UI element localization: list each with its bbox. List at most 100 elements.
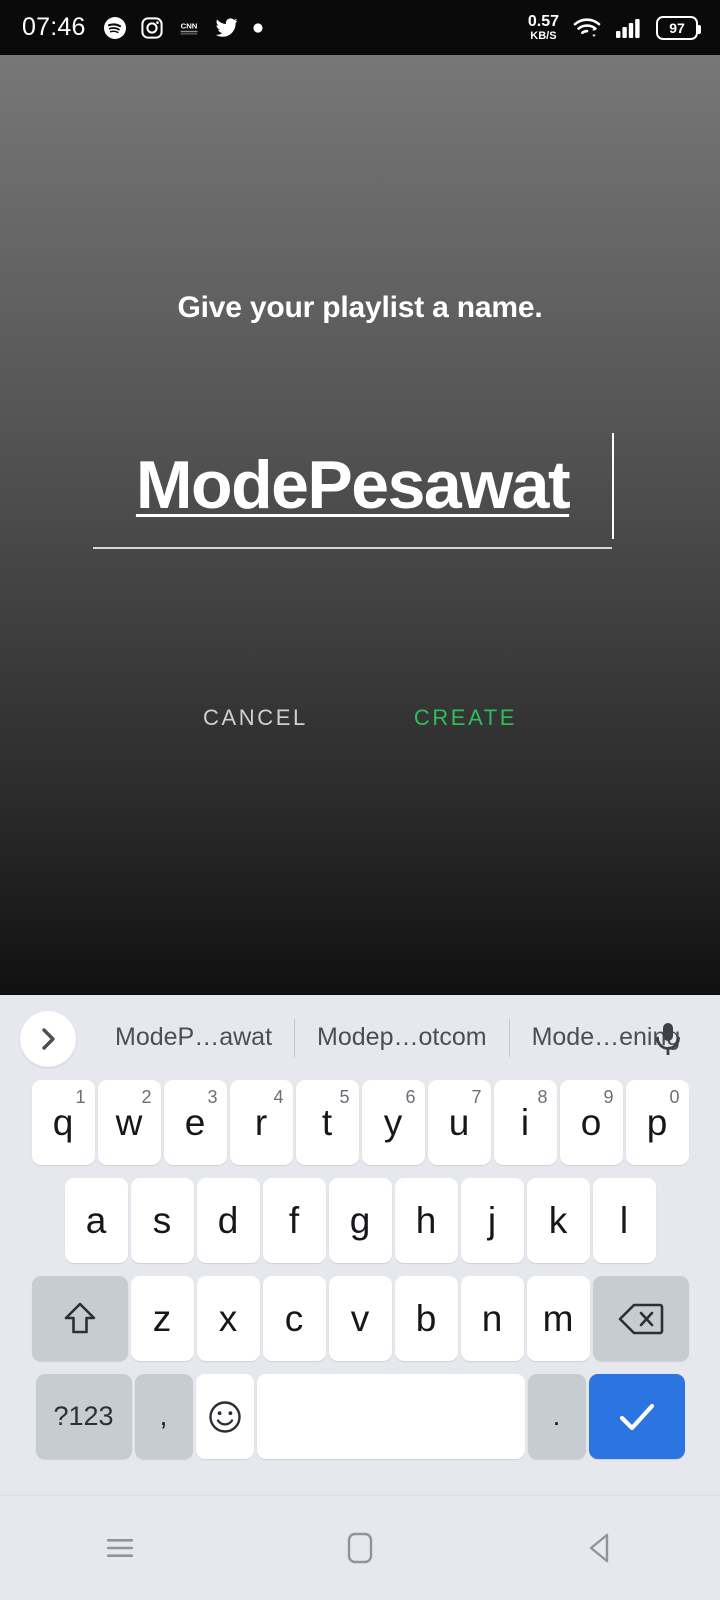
- checkmark-icon[interactable]: [588, 1374, 685, 1459]
- key-label: o: [580, 1101, 602, 1143]
- phone-screen: 07:46 CNN 0.57 KB/S 97 Give your playlis…: [0, 0, 720, 1600]
- key-q[interactable]: 1 q: [31, 1080, 95, 1165]
- key-label: j: [487, 1199, 497, 1241]
- key-label: ,: [159, 1401, 168, 1431]
- key-label: y: [383, 1101, 403, 1143]
- key-d[interactable]: d: [196, 1178, 260, 1263]
- key-h[interactable]: h: [394, 1178, 458, 1263]
- svg-text:CNN: CNN: [180, 21, 197, 30]
- key-label: z: [152, 1297, 172, 1339]
- on-screen-keyboard: ModeP…awat Modep…otcom Mode…ening 1 q 2 …: [0, 995, 720, 1495]
- wifi-icon: [572, 16, 602, 40]
- key-label: m: [542, 1297, 574, 1339]
- key-o[interactable]: 9 o: [559, 1080, 623, 1165]
- home-square-icon[interactable]: [305, 1513, 415, 1583]
- twitter-icon: [214, 16, 239, 40]
- key-label: v: [350, 1297, 370, 1339]
- key-label: h: [415, 1199, 437, 1241]
- cellular-signal-icon: [615, 16, 643, 40]
- key-sup: 3: [207, 1087, 218, 1107]
- key-u[interactable]: 7 u: [427, 1080, 491, 1165]
- battery-level: 97: [669, 19, 685, 36]
- dialog-title: Give your playlist a name.: [177, 291, 543, 324]
- key-i[interactable]: 8 i: [493, 1080, 557, 1165]
- space-key[interactable]: [256, 1374, 525, 1459]
- key-j[interactable]: j: [460, 1178, 524, 1263]
- key-label: s: [152, 1199, 172, 1241]
- network-speed-unit: KB/S: [530, 29, 557, 42]
- status-bar: 07:46 CNN 0.57 KB/S 97: [0, 0, 720, 55]
- key-w[interactable]: 2 w: [97, 1080, 161, 1165]
- symbols-key[interactable]: ?123: [35, 1374, 132, 1459]
- key-label: n: [481, 1297, 503, 1339]
- chevron-right-icon[interactable]: [20, 1011, 76, 1067]
- key-sup: 2: [141, 1087, 152, 1107]
- key-b[interactable]: b: [394, 1276, 458, 1361]
- input-underline: [93, 547, 612, 549]
- key-a[interactable]: a: [64, 1178, 128, 1263]
- key-label: r: [254, 1101, 268, 1143]
- back-triangle-icon[interactable]: [545, 1513, 655, 1583]
- playlist-name-value: ModePesawat: [135, 447, 571, 523]
- recents-menu-icon[interactable]: [65, 1513, 175, 1583]
- shift-icon[interactable]: [31, 1276, 128, 1361]
- key-f[interactable]: f: [262, 1178, 326, 1263]
- key-x[interactable]: x: [196, 1276, 260, 1361]
- key-label: l: [619, 1199, 629, 1241]
- navigation-bar: [0, 1495, 720, 1600]
- create-playlist-dialog: Give your playlist a name. ModePesawat C…: [0, 55, 720, 995]
- key-label: k: [548, 1199, 568, 1241]
- keyboard-row-1: 1 q 2 w 3 e 4 r 5 t 6 y 7 u 8 i 9 o 0 p: [0, 1080, 720, 1178]
- key-label: f: [288, 1199, 300, 1241]
- emoji-smiley-icon[interactable]: [195, 1374, 254, 1459]
- key-label: w: [115, 1101, 143, 1143]
- key-label: g: [349, 1199, 371, 1241]
- key-p[interactable]: 0 p: [625, 1080, 689, 1165]
- suggestion-item[interactable]: ModeP…awat: [93, 1023, 294, 1052]
- key-comma[interactable]: ,: [134, 1374, 193, 1459]
- instagram-icon: [140, 16, 164, 40]
- suggestion-bar: ModeP…awat Modep…otcom Mode…ening: [0, 995, 720, 1080]
- suggestion-item[interactable]: Modep…otcom: [295, 1023, 509, 1052]
- key-label: b: [415, 1297, 437, 1339]
- key-label: p: [646, 1101, 668, 1143]
- key-sup: 5: [339, 1087, 350, 1107]
- backspace-icon[interactable]: [592, 1276, 689, 1361]
- keyboard-row-2: a s d f g h j k l: [0, 1178, 720, 1276]
- network-speed-indicator: 0.57 KB/S: [528, 13, 559, 42]
- keyboard-row-3: z x c v b n m: [0, 1276, 720, 1374]
- key-r[interactable]: 4 r: [229, 1080, 293, 1165]
- key-v[interactable]: v: [328, 1276, 392, 1361]
- keyboard-row-4: ?123 , .: [0, 1374, 720, 1474]
- key-e[interactable]: 3 e: [163, 1080, 227, 1165]
- battery-indicator: 97: [656, 15, 701, 40]
- microphone-icon[interactable]: [642, 1013, 694, 1065]
- key-k[interactable]: k: [526, 1178, 590, 1263]
- text-caret: [612, 433, 614, 539]
- key-y[interactable]: 6 y: [361, 1080, 425, 1165]
- dialog-actions: CANCEL CREATE: [0, 695, 720, 741]
- key-t[interactable]: 5 t: [295, 1080, 359, 1165]
- key-label: e: [184, 1101, 206, 1143]
- key-label: x: [218, 1297, 238, 1339]
- key-period[interactable]: .: [527, 1374, 586, 1459]
- status-clock: 07:46: [22, 13, 86, 41]
- key-z[interactable]: z: [130, 1276, 194, 1361]
- status-bar-left: 07:46 CNN: [22, 13, 264, 42]
- key-label: .: [552, 1401, 561, 1431]
- key-n[interactable]: n: [460, 1276, 524, 1361]
- key-label: ?123: [53, 1401, 114, 1431]
- key-s[interactable]: s: [130, 1178, 194, 1263]
- key-l[interactable]: l: [592, 1178, 656, 1263]
- playlist-name-input[interactable]: ModePesawat: [93, 433, 614, 547]
- key-sup: 9: [603, 1087, 614, 1107]
- key-label: u: [448, 1101, 470, 1143]
- key-sup: 1: [75, 1087, 86, 1107]
- dot-icon: [252, 22, 264, 34]
- create-button[interactable]: CREATE: [400, 695, 531, 741]
- key-c[interactable]: c: [262, 1276, 326, 1361]
- key-label: q: [52, 1101, 74, 1143]
- cancel-button[interactable]: CANCEL: [189, 695, 322, 741]
- key-g[interactable]: g: [328, 1178, 392, 1263]
- key-m[interactable]: m: [526, 1276, 590, 1361]
